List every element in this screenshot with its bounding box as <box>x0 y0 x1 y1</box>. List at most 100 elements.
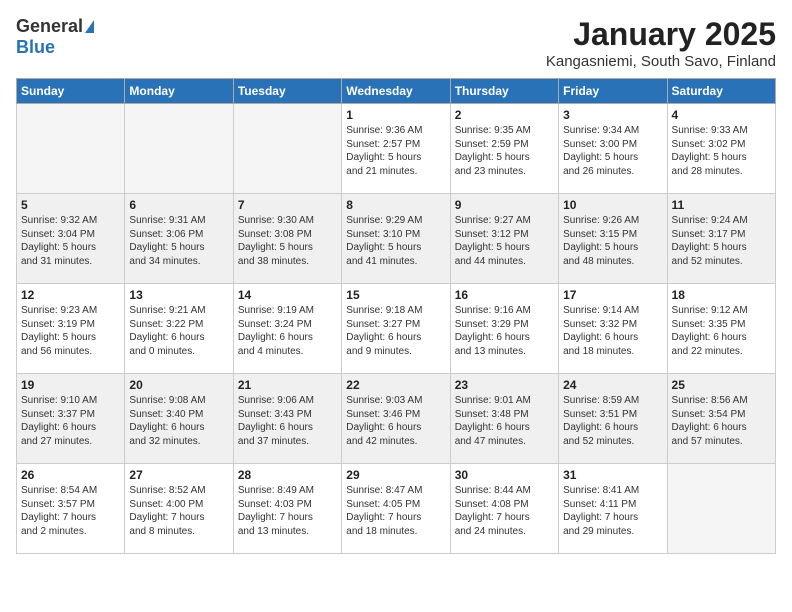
day-number: 3 <box>563 108 662 122</box>
calendar-week-3: 12 Sunrise: 9:23 AM Sunset: 3:19 PM Dayli… <box>17 284 776 374</box>
calendar-week-5: 26 Sunrise: 8:54 AM Sunset: 3:57 PM Dayli… <box>17 464 776 554</box>
day-number: 7 <box>238 198 337 212</box>
calendar-title: January 2025 <box>546 16 776 53</box>
day-number: 12 <box>21 288 120 302</box>
day-number: 26 <box>21 468 120 482</box>
cell-content: Sunrise: 9:18 AM Sunset: 3:27 PM Dayligh… <box>346 304 445 358</box>
day-number: 13 <box>129 288 228 302</box>
calendar-cell <box>233 104 341 194</box>
cell-content: Sunrise: 8:54 AM Sunset: 3:57 PM Dayligh… <box>21 484 120 538</box>
cell-content: Sunrise: 9:08 AM Sunset: 3:40 PM Dayligh… <box>129 394 228 448</box>
cell-content: Sunrise: 8:52 AM Sunset: 4:00 PM Dayligh… <box>129 484 228 538</box>
calendar-cell: 7 Sunrise: 9:30 AM Sunset: 3:08 PM Daylig… <box>233 194 341 284</box>
calendar-cell: 19 Sunrise: 9:10 AM Sunset: 3:37 PM Dayli… <box>17 374 125 464</box>
day-number: 31 <box>563 468 662 482</box>
cell-content: Sunrise: 8:41 AM Sunset: 4:11 PM Dayligh… <box>563 484 662 538</box>
calendar-cell: 10 Sunrise: 9:26 AM Sunset: 3:15 PM Dayli… <box>559 194 667 284</box>
day-number: 10 <box>563 198 662 212</box>
weekday-header-thursday: Thursday <box>450 79 558 104</box>
cell-content: Sunrise: 9:14 AM Sunset: 3:32 PM Dayligh… <box>563 304 662 358</box>
calendar-cell: 18 Sunrise: 9:12 AM Sunset: 3:35 PM Dayli… <box>667 284 775 374</box>
calendar-week-1: 1 Sunrise: 9:36 AM Sunset: 2:57 PM Daylig… <box>17 104 776 194</box>
calendar-cell: 29Sunrise: 8:47 AM Sunset: 4:05 PM Dayli… <box>342 464 450 554</box>
day-number: 18 <box>672 288 771 302</box>
cell-content: Sunrise: 8:59 AM Sunset: 3:51 PM Dayligh… <box>563 394 662 448</box>
cell-content: Sunrise: 9:19 AM Sunset: 3:24 PM Dayligh… <box>238 304 337 358</box>
calendar-cell: 6 Sunrise: 9:31 AM Sunset: 3:06 PM Daylig… <box>125 194 233 284</box>
calendar-table: SundayMondayTuesdayWednesdayThursdayFrid… <box>16 78 776 554</box>
calendar-cell: 14 Sunrise: 9:19 AM Sunset: 3:24 PM Dayli… <box>233 284 341 374</box>
day-number: 17 <box>563 288 662 302</box>
weekday-header-wednesday: Wednesday <box>342 79 450 104</box>
calendar-cell: 22 Sunrise: 9:03 AM Sunset: 3:46 PM Dayli… <box>342 374 450 464</box>
day-number: 5 <box>21 198 120 212</box>
cell-content: Sunrise: 9:26 AM Sunset: 3:15 PM Dayligh… <box>563 214 662 268</box>
calendar-cell: 8Sunrise: 9:29 AM Sunset: 3:10 PM Daylig… <box>342 194 450 284</box>
calendar-cell: 31 Sunrise: 8:41 AM Sunset: 4:11 PM Dayli… <box>559 464 667 554</box>
cell-content: Sunrise: 9:16 AM Sunset: 3:29 PM Dayligh… <box>455 304 554 358</box>
day-number: 1 <box>346 108 445 122</box>
calendar-cell: 12 Sunrise: 9:23 AM Sunset: 3:19 PM Dayli… <box>17 284 125 374</box>
weekday-header-sunday: Sunday <box>17 79 125 104</box>
logo-general-text: General <box>16 16 83 37</box>
calendar-cell: 1 Sunrise: 9:36 AM Sunset: 2:57 PM Daylig… <box>342 104 450 194</box>
calendar-cell: 26 Sunrise: 8:54 AM Sunset: 3:57 PM Dayli… <box>17 464 125 554</box>
cell-content: Sunrise: 9:31 AM Sunset: 3:06 PM Dayligh… <box>129 214 228 268</box>
day-number: 30 <box>455 468 554 482</box>
calendar-cell: 30 Sunrise: 8:44 AM Sunset: 4:08 PM Dayli… <box>450 464 558 554</box>
cell-content: Sunrise: 9:10 AM Sunset: 3:37 PM Dayligh… <box>21 394 120 448</box>
cell-content: Sunrise: 9:21 AM Sunset: 3:22 PM Dayligh… <box>129 304 228 358</box>
calendar-cell: 27 Sunrise: 8:52 AM Sunset: 4:00 PM Dayli… <box>125 464 233 554</box>
cell-content: Sunrise: 9:06 AM Sunset: 3:43 PM Dayligh… <box>238 394 337 448</box>
day-number: 22 <box>346 378 445 392</box>
cell-content: Sunrise: 9:12 AM Sunset: 3:35 PM Dayligh… <box>672 304 771 358</box>
day-number: 16 <box>455 288 554 302</box>
cell-content: Sunrise: 9:35 AM Sunset: 2:59 PM Dayligh… <box>455 124 554 178</box>
calendar-cell: 16 Sunrise: 9:16 AM Sunset: 3:29 PM Dayli… <box>450 284 558 374</box>
cell-content: Sunrise: 8:44 AM Sunset: 4:08 PM Dayligh… <box>455 484 554 538</box>
day-number: 24 <box>563 378 662 392</box>
day-number: 23 <box>455 378 554 392</box>
day-number: 20 <box>129 378 228 392</box>
cell-content: Sunrise: 9:30 AM Sunset: 3:08 PM Dayligh… <box>238 214 337 268</box>
cell-content: Sunrise: 9:33 AM Sunset: 3:02 PM Dayligh… <box>672 124 771 178</box>
cell-content: Sunrise: 8:49 AM Sunset: 4:03 PM Dayligh… <box>238 484 337 538</box>
calendar-cell: 13 Sunrise: 9:21 AM Sunset: 3:22 PM Dayli… <box>125 284 233 374</box>
cell-content: Sunrise: 9:23 AM Sunset: 3:19 PM Dayligh… <box>21 304 120 358</box>
logo-triangle-icon <box>85 20 94 33</box>
day-number: 11 <box>672 198 771 212</box>
cell-content: Sunrise: 9:24 AM Sunset: 3:17 PM Dayligh… <box>672 214 771 268</box>
day-number: 28 <box>238 468 337 482</box>
cell-content: Sunrise: 9:01 AM Sunset: 3:48 PM Dayligh… <box>455 394 554 448</box>
weekday-header-friday: Friday <box>559 79 667 104</box>
calendar-cell: 15Sunrise: 9:18 AM Sunset: 3:27 PM Dayli… <box>342 284 450 374</box>
calendar-cell: 28 Sunrise: 8:49 AM Sunset: 4:03 PM Dayli… <box>233 464 341 554</box>
calendar-cell: 20 Sunrise: 9:08 AM Sunset: 3:40 PM Dayli… <box>125 374 233 464</box>
day-number: 6 <box>129 198 228 212</box>
day-number: 19 <box>21 378 120 392</box>
day-number: 25 <box>672 378 771 392</box>
logo-blue-text: Blue <box>16 37 55 57</box>
cell-content: Sunrise: 9:03 AM Sunset: 3:46 PM Dayligh… <box>346 394 445 448</box>
weekday-header-saturday: Saturday <box>667 79 775 104</box>
cell-content: Sunrise: 9:36 AM Sunset: 2:57 PM Dayligh… <box>346 124 445 178</box>
calendar-cell: 2 Sunrise: 9:35 AM Sunset: 2:59 PM Daylig… <box>450 104 558 194</box>
calendar-header: SundayMondayTuesdayWednesdayThursdayFrid… <box>17 79 776 104</box>
weekday-header-monday: Monday <box>125 79 233 104</box>
cell-content: Sunrise: 9:27 AM Sunset: 3:12 PM Dayligh… <box>455 214 554 268</box>
day-number: 27 <box>129 468 228 482</box>
day-number: 29 <box>346 468 445 482</box>
title-section: January 2025 Kangasniemi, South Savo, Fi… <box>546 16 776 70</box>
calendar-week-4: 19 Sunrise: 9:10 AM Sunset: 3:37 PM Dayli… <box>17 374 776 464</box>
logo: General Blue <box>16 16 94 58</box>
calendar-cell: 11 Sunrise: 9:24 AM Sunset: 3:17 PM Dayli… <box>667 194 775 284</box>
calendar-cell <box>17 104 125 194</box>
day-number: 14 <box>238 288 337 302</box>
calendar-cell: 25Sunrise: 8:56 AM Sunset: 3:54 PM Dayli… <box>667 374 775 464</box>
calendar-cell: 17 Sunrise: 9:14 AM Sunset: 3:32 PM Dayli… <box>559 284 667 374</box>
page-header: General Blue January 2025 Kangasniemi, S… <box>16 16 776 70</box>
calendar-cell: 3Sunrise: 9:34 AM Sunset: 3:00 PM Daylig… <box>559 104 667 194</box>
day-number: 2 <box>455 108 554 122</box>
day-number: 4 <box>672 108 771 122</box>
day-number: 21 <box>238 378 337 392</box>
